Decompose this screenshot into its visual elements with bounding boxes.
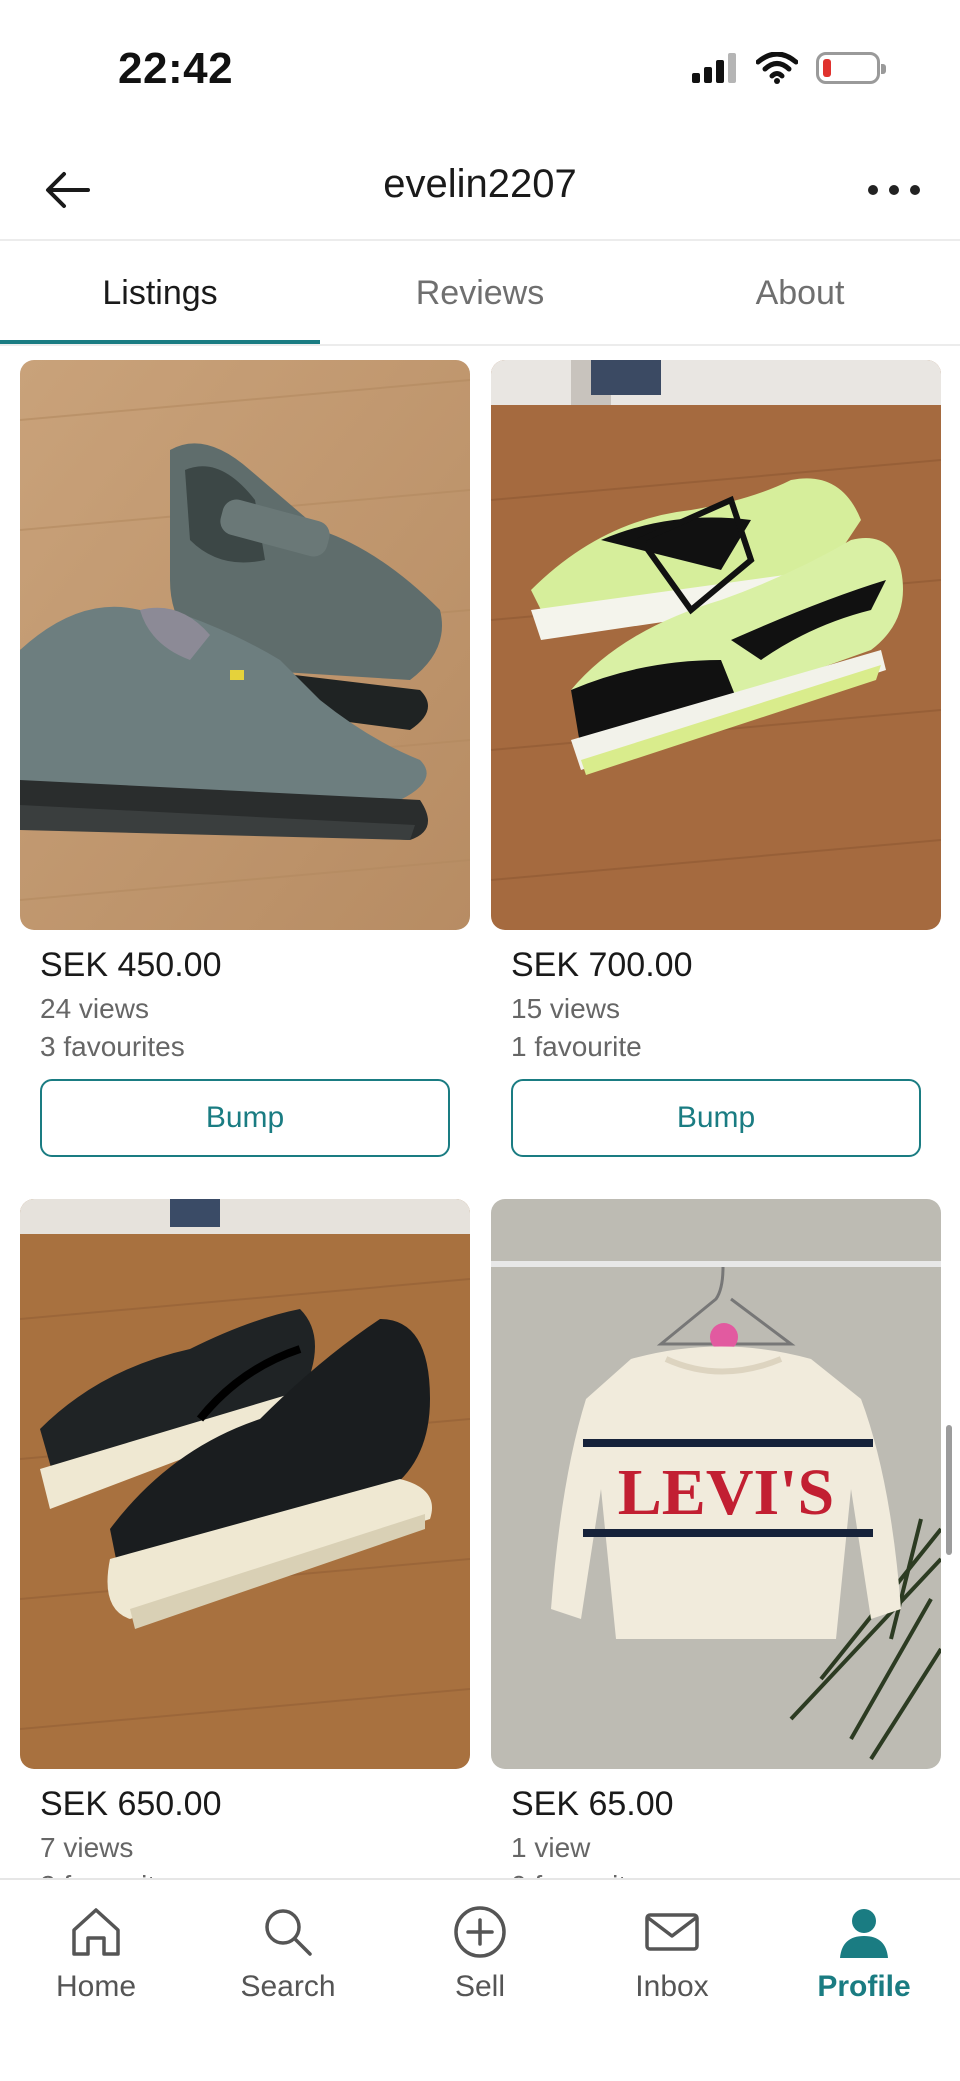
bump-button[interactable]: Bump	[40, 1079, 450, 1157]
wifi-icon	[756, 52, 798, 84]
status-icons	[692, 52, 886, 84]
nav-search[interactable]: Search	[192, 1880, 384, 2081]
profile-tabs: Listings Reviews About	[0, 241, 960, 345]
search-icon	[265, 1909, 312, 1956]
listing-views: 24 views	[40, 993, 149, 1024]
nav-inbox[interactable]: Inbox	[576, 1880, 768, 2081]
listing-image-nike-air-force[interactable]	[491, 360, 941, 930]
profile-icon	[840, 1909, 888, 1958]
nav-label: Inbox	[635, 1970, 709, 2003]
scrollbar[interactable]	[946, 1425, 952, 1555]
listing-price: SEK 700.00	[511, 946, 693, 984]
listing-card[interactable]: SEK 450.00 24 views 3 favourites Bump	[20, 360, 470, 1157]
listing-price: SEK 65.00	[511, 1785, 674, 1823]
nav-home[interactable]: Home	[0, 1880, 192, 2081]
cellular-signal-icon	[692, 53, 736, 83]
listing-card[interactable]: SEK 700.00 15 views 1 favourite Bump	[491, 360, 941, 1157]
nav-sell[interactable]: Sell	[384, 1880, 576, 2081]
listing-price: SEK 450.00	[40, 946, 222, 984]
listing-favourites: 1 favourite	[511, 1031, 642, 1062]
bottom-nav: Home Search Sell Inbox Profile	[0, 1878, 960, 2081]
listing-price: SEK 650.00	[40, 1785, 222, 1823]
nav-label: Sell	[454, 1970, 506, 2003]
nav-label: Profile	[817, 1970, 911, 2003]
listing-image-black-nike-sneakers[interactable]	[20, 1199, 470, 1769]
nav-label: Search	[240, 1970, 336, 2003]
battery-low-icon	[816, 52, 886, 84]
nav-profile[interactable]: Profile	[768, 1880, 960, 2081]
listing-views: 7 views	[40, 1832, 134, 1863]
nav-label: Home	[55, 1970, 137, 2003]
listing-image-levis-sweatshirt[interactable]: LEVI'S	[491, 1199, 941, 1769]
listing-favourites: 3 favourites	[40, 1031, 185, 1062]
more-horizontal-icon[interactable]	[862, 166, 926, 214]
plus-circle-icon	[454, 1906, 506, 1958]
status-bar: 22:42	[0, 0, 960, 140]
listing-card[interactable]: SEK 650.00 7 views 2 favourites	[20, 1199, 470, 1880]
sweatshirt-logo-text: LEVI'S	[618, 1456, 834, 1529]
tabs-divider	[0, 344, 960, 346]
listing-views: 15 views	[511, 993, 620, 1024]
profile-header: evelin2207	[0, 140, 960, 240]
page-title: evelin2207	[383, 162, 577, 206]
listing-views: 1 view	[511, 1832, 591, 1863]
listing-card[interactable]: LEVI'S SEK 65.00 1 view 0 favourites	[491, 1199, 941, 1880]
bump-button[interactable]: Bump	[511, 1079, 921, 1157]
home-icon	[72, 1908, 120, 1956]
status-time: 22:42	[118, 44, 234, 93]
mail-icon	[645, 1913, 699, 1951]
listing-image-grey-suede-shoes[interactable]	[20, 360, 470, 930]
tab-reviews[interactable]: Reviews	[320, 241, 640, 345]
listings-grid: SEK 450.00 24 views 3 favourites Bump SE…	[0, 360, 960, 1880]
tab-about[interactable]: About	[640, 241, 960, 345]
tab-listings[interactable]: Listings	[0, 241, 320, 345]
